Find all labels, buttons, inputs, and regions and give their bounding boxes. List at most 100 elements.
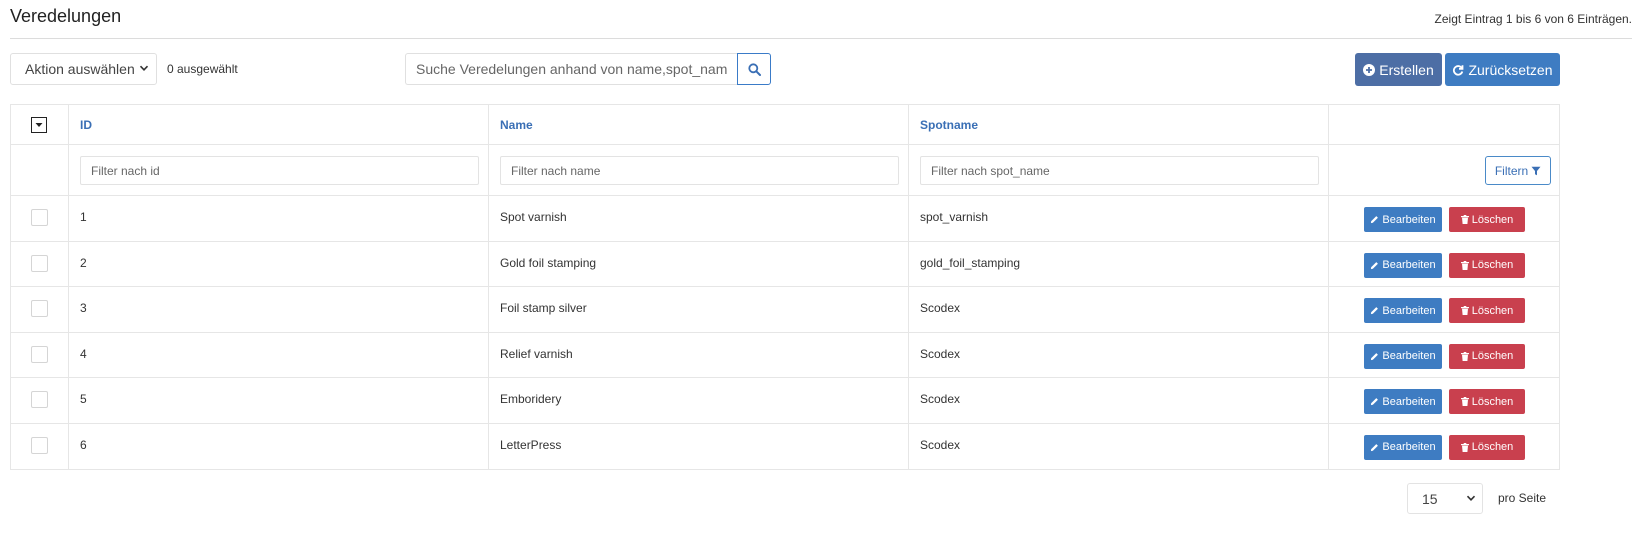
delete-button-label: Löschen — [1471, 213, 1514, 226]
row-id: 5 — [80, 392, 87, 406]
column-header-id[interactable]: ID — [68, 105, 488, 144]
reset-button-label: Zurücksetzen — [1468, 61, 1553, 78]
edit-button[interactable]: Bearbeiten — [1364, 434, 1442, 460]
column-header-name-label: Name — [500, 118, 533, 132]
delete-button-label: Löschen — [1471, 441, 1514, 453]
pencil-icon — [1371, 443, 1379, 451]
edit-button[interactable]: Bearbeiten — [1364, 389, 1442, 414]
delete-button-label: Löschen — [1471, 304, 1514, 317]
pencil-icon — [1371, 261, 1379, 269]
search-input[interactable] — [405, 53, 738, 85]
trash-icon — [1460, 351, 1469, 361]
row-checkbox[interactable] — [31, 345, 48, 363]
row-spot-name: Scodex — [920, 346, 961, 361]
row-name: Gold foil stamping — [500, 255, 597, 270]
trash-icon — [1460, 215, 1469, 224]
edit-button[interactable]: Bearbeiten — [1364, 252, 1442, 278]
delete-button[interactable]: Löschen — [1449, 434, 1525, 460]
delete-button[interactable]: Löschen — [1449, 207, 1525, 232]
create-button-label: Erstellen — [1379, 61, 1434, 78]
table-header-row: ID Name Spotname — [11, 105, 1559, 145]
row-name: LetterPress — [500, 437, 562, 452]
pencil-icon — [1371, 352, 1379, 360]
row-checkbox[interactable] — [31, 300, 48, 317]
per-page-select[interactable]: 15 — [1407, 483, 1483, 514]
row-spot-name: Scodex — [920, 392, 961, 406]
row-id: 2 — [80, 255, 87, 270]
delete-button-label: Löschen — [1471, 259, 1514, 271]
row-name: Foil stamp silver — [500, 301, 587, 315]
filter-button[interactable]: Filtern — [1485, 156, 1551, 185]
edit-button-label: Bearbeiten — [1382, 441, 1436, 453]
row-name: Spot varnish — [500, 210, 567, 224]
filter-button-label: Filtern — [1494, 163, 1529, 178]
filter-spotname-cell — [908, 145, 1328, 195]
delete-button[interactable]: Löschen — [1449, 389, 1525, 414]
row-name: Relief varnish — [500, 346, 573, 361]
caret-down-icon — [35, 123, 43, 127]
table-row: 4 Relief varnish Scodex Bearbeiten Lösch… — [11, 332, 1559, 378]
pencil-icon — [1371, 307, 1379, 315]
header-select-cell — [11, 105, 68, 144]
bulk-action-select[interactable]: Aktion auswählen — [10, 53, 157, 85]
search-group — [405, 53, 771, 85]
row-spot-name: Scodex — [920, 301, 961, 315]
row-checkbox[interactable] — [31, 209, 48, 226]
table-row: 6 LetterPress Scodex Bearbeiten Löschen — [11, 423, 1559, 469]
column-header-id-label: ID — [80, 118, 92, 132]
column-header-name[interactable]: Name — [488, 105, 908, 144]
edit-button-label: Bearbeiten — [1382, 259, 1436, 271]
filter-name-input[interactable] — [500, 156, 899, 185]
chevron-down-icon — [1466, 495, 1476, 501]
column-header-spotname-label: Spotname — [920, 118, 979, 132]
delete-button-label: Löschen — [1471, 350, 1514, 362]
entries-info: Zeigt Eintrag 1 bis 6 von 6 Einträgen. — [1434, 12, 1632, 26]
row-checkbox[interactable] — [31, 391, 48, 408]
row-checkbox[interactable] — [31, 254, 48, 272]
edit-button-label: Bearbeiten — [1382, 304, 1436, 317]
delete-button-label: Löschen — [1471, 395, 1514, 408]
filter-id-input[interactable] — [80, 156, 479, 185]
reset-button[interactable]: Zurücksetzen — [1445, 53, 1560, 86]
page-title: Veredelungen — [10, 6, 122, 26]
edit-button[interactable]: Bearbeiten — [1364, 207, 1442, 232]
trash-icon — [1460, 306, 1469, 315]
trash-icon — [1460, 260, 1469, 270]
table-row: 2 Gold foil stamping gold_foil_stamping … — [11, 241, 1559, 287]
create-button[interactable]: Erstellen — [1355, 53, 1442, 86]
plus-circle-icon — [1363, 63, 1376, 76]
chevron-down-icon — [139, 65, 149, 71]
bulk-action-select-value: Aktion auswählen — [25, 61, 135, 77]
table-row: 1 Spot varnish spot_varnish Bearbeiten L… — [11, 196, 1559, 242]
table-row: 3 Foil stamp silver Scodex Bearbeiten Lö… — [11, 287, 1559, 333]
row-checkbox[interactable] — [31, 436, 48, 454]
per-page-label: pro Seite — [1498, 491, 1547, 505]
edit-button-label: Bearbeiten — [1382, 395, 1436, 408]
delete-button[interactable]: Löschen — [1449, 252, 1525, 278]
search-button[interactable] — [737, 53, 771, 85]
table-row: 5 Emboridery Scodex Bearbeiten Löschen — [11, 378, 1559, 424]
filter-spotname-input[interactable] — [920, 156, 1319, 185]
delete-button[interactable]: Löschen — [1449, 298, 1525, 323]
trash-icon — [1460, 397, 1469, 406]
delete-button[interactable]: Löschen — [1449, 343, 1525, 369]
row-id: 3 — [80, 301, 87, 315]
title-divider — [10, 38, 1632, 39]
data-table: ID Name Spotname Filtern 1 Spot varnish … — [10, 104, 1560, 470]
search-icon — [747, 62, 761, 76]
edit-button[interactable]: Bearbeiten — [1364, 343, 1442, 369]
filter-id-cell — [68, 145, 488, 195]
filter-name-cell — [488, 145, 908, 195]
filter-select-cell — [11, 145, 68, 195]
column-header-spotname[interactable]: Spotname — [908, 105, 1328, 144]
pencil-icon — [1371, 398, 1379, 406]
pencil-icon — [1371, 216, 1379, 224]
row-id: 1 — [80, 210, 87, 224]
row-spot-name: spot_varnish — [920, 210, 989, 224]
row-id: 6 — [80, 437, 87, 452]
column-header-actions — [1328, 105, 1561, 144]
select-all-dropdown[interactable] — [31, 117, 47, 133]
edit-button-label: Bearbeiten — [1382, 213, 1436, 226]
edit-button[interactable]: Bearbeiten — [1364, 298, 1442, 323]
edit-button-label: Bearbeiten — [1382, 350, 1436, 362]
